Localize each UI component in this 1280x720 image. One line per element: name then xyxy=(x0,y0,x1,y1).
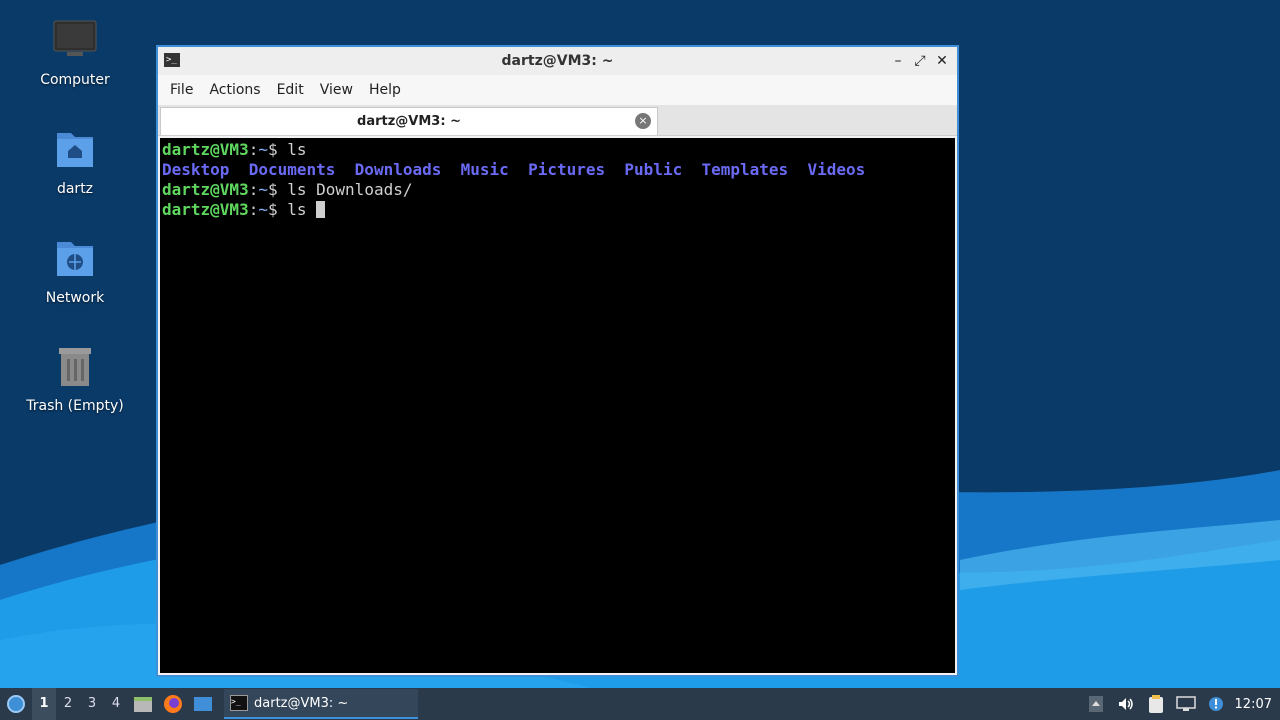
file-manager-launcher[interactable] xyxy=(128,688,158,720)
terminal-window[interactable]: >_ dartz@VM3: ~ – ⤢ ✕ File Actions Edit … xyxy=(156,45,959,677)
system-tray: 12:07 xyxy=(1081,688,1280,720)
prompt-user: dartz@VM3 xyxy=(162,140,249,159)
tray-arrow-icon xyxy=(1088,696,1103,712)
volume-button[interactable] xyxy=(1111,688,1141,720)
desktop-icon-label: dartz xyxy=(56,181,94,197)
desktop-icon-computer[interactable]: Computer xyxy=(20,18,130,88)
volume-icon xyxy=(1118,698,1133,710)
prompt-separator: : xyxy=(248,140,259,159)
desktop-icon-label: Trash (Empty) xyxy=(26,398,124,414)
directory-entry: Pictures xyxy=(528,160,606,179)
taskbar-window-button[interactable]: >_ dartz@VM3: ~ xyxy=(224,689,418,719)
terminal-app-icon: >_ xyxy=(164,53,180,67)
terminal-output[interactable]: dartz@VM3:~$ ls Desktop Documents Downloa… xyxy=(160,138,955,673)
terminal-line: dartz@VM3:~$ ls Downloads/ xyxy=(162,180,955,200)
prompt-path: ~ xyxy=(258,180,268,199)
prompt-separator: : xyxy=(248,180,259,199)
prompt-symbol: $ xyxy=(267,140,288,159)
terminal-line: Desktop Documents Downloads Music Pictur… xyxy=(162,160,955,180)
terminal-line: dartz@VM3:~$ ls xyxy=(162,140,955,160)
directory-entry: Videos xyxy=(807,160,866,179)
terminal-tab[interactable]: dartz@VM3: ~ × xyxy=(160,107,658,135)
lubuntu-logo-icon xyxy=(7,695,25,713)
desktop-icon-home[interactable]: dartz xyxy=(20,127,130,197)
command-text: ls xyxy=(287,200,317,219)
directory-entry: Templates xyxy=(701,160,789,179)
workspace-2[interactable]: 2 xyxy=(56,688,80,720)
terminal-cursor xyxy=(316,201,326,218)
tab-bar: dartz@VM3: ~ × xyxy=(158,105,957,136)
workspace-4[interactable]: 4 xyxy=(104,688,128,720)
menu-help[interactable]: Help xyxy=(361,82,409,98)
computer-icon xyxy=(51,18,99,66)
terminal-task-icon: >_ xyxy=(230,695,248,711)
terminal-line: dartz@VM3:~$ ls xyxy=(162,200,955,220)
start-menu-button[interactable] xyxy=(0,688,32,720)
prompt-symbol: $ xyxy=(267,180,288,199)
workspace-3[interactable]: 3 xyxy=(80,688,104,720)
menu-file[interactable]: File xyxy=(162,82,201,98)
command-text: ls xyxy=(287,140,307,159)
minimize-button[interactable]: – xyxy=(887,51,909,71)
menu-edit[interactable]: Edit xyxy=(269,82,312,98)
trash-icon xyxy=(51,344,99,392)
desktop-icon-label: Network xyxy=(45,290,105,306)
menu-bar: File Actions Edit View Help xyxy=(158,75,957,105)
update-notifier-icon xyxy=(1208,697,1223,711)
tab-title: dartz@VM3: ~ xyxy=(357,114,461,129)
network-status-icon xyxy=(1175,696,1196,711)
show-desktop-icon xyxy=(194,697,212,711)
tray-arrow-button[interactable] xyxy=(1081,688,1111,720)
prompt-path: ~ xyxy=(258,200,268,219)
network-folder-icon xyxy=(51,236,99,284)
directory-entry: Music xyxy=(460,160,509,179)
prompt-user: dartz@VM3 xyxy=(162,200,249,219)
desktop-icon-trash[interactable]: Trash (Empty) xyxy=(20,344,130,414)
directory-entry: Public xyxy=(624,160,683,179)
window-titlebar[interactable]: >_ dartz@VM3: ~ – ⤢ ✕ xyxy=(158,47,957,75)
directory-entry: Documents xyxy=(248,160,336,179)
file-manager-icon xyxy=(134,697,152,712)
workspace-1[interactable]: 1 xyxy=(32,688,56,720)
home-folder-icon xyxy=(51,127,99,175)
window-controls: – ⤢ ✕ xyxy=(887,51,953,71)
clipboard-button[interactable] xyxy=(1141,688,1171,720)
firefox-icon xyxy=(164,695,182,713)
taskbar: 1 2 3 4 >_ dartz@VM3: ~ 12:07 xyxy=(0,688,1280,720)
menu-actions[interactable]: Actions xyxy=(201,82,268,98)
directory-entry: Desktop xyxy=(162,160,230,179)
maximize-button[interactable]: ⤢ xyxy=(909,51,931,71)
close-button[interactable]: ✕ xyxy=(931,51,953,71)
menu-view[interactable]: View xyxy=(312,82,361,98)
window-title: dartz@VM3: ~ xyxy=(501,53,614,69)
prompt-symbol: $ xyxy=(267,200,288,219)
show-desktop-launcher[interactable] xyxy=(188,688,218,720)
network-status-button[interactable] xyxy=(1171,688,1201,720)
command-text: ls Downloads/ xyxy=(287,180,413,199)
prompt-path: ~ xyxy=(258,140,268,159)
desktop-icon-network[interactable]: Network xyxy=(20,236,130,306)
update-notifier-button[interactable] xyxy=(1201,688,1231,720)
clock[interactable]: 12:07 xyxy=(1231,697,1280,712)
directory-entry: Downloads xyxy=(354,160,442,179)
tab-close-icon[interactable]: × xyxy=(635,113,651,129)
prompt-separator: : xyxy=(248,200,259,219)
firefox-launcher[interactable] xyxy=(158,688,188,720)
prompt-user: dartz@VM3 xyxy=(162,180,249,199)
desktop-icon-label: Computer xyxy=(40,72,110,88)
taskbar-window-title: dartz@VM3: ~ xyxy=(254,695,349,711)
clipboard-icon xyxy=(1148,695,1163,713)
